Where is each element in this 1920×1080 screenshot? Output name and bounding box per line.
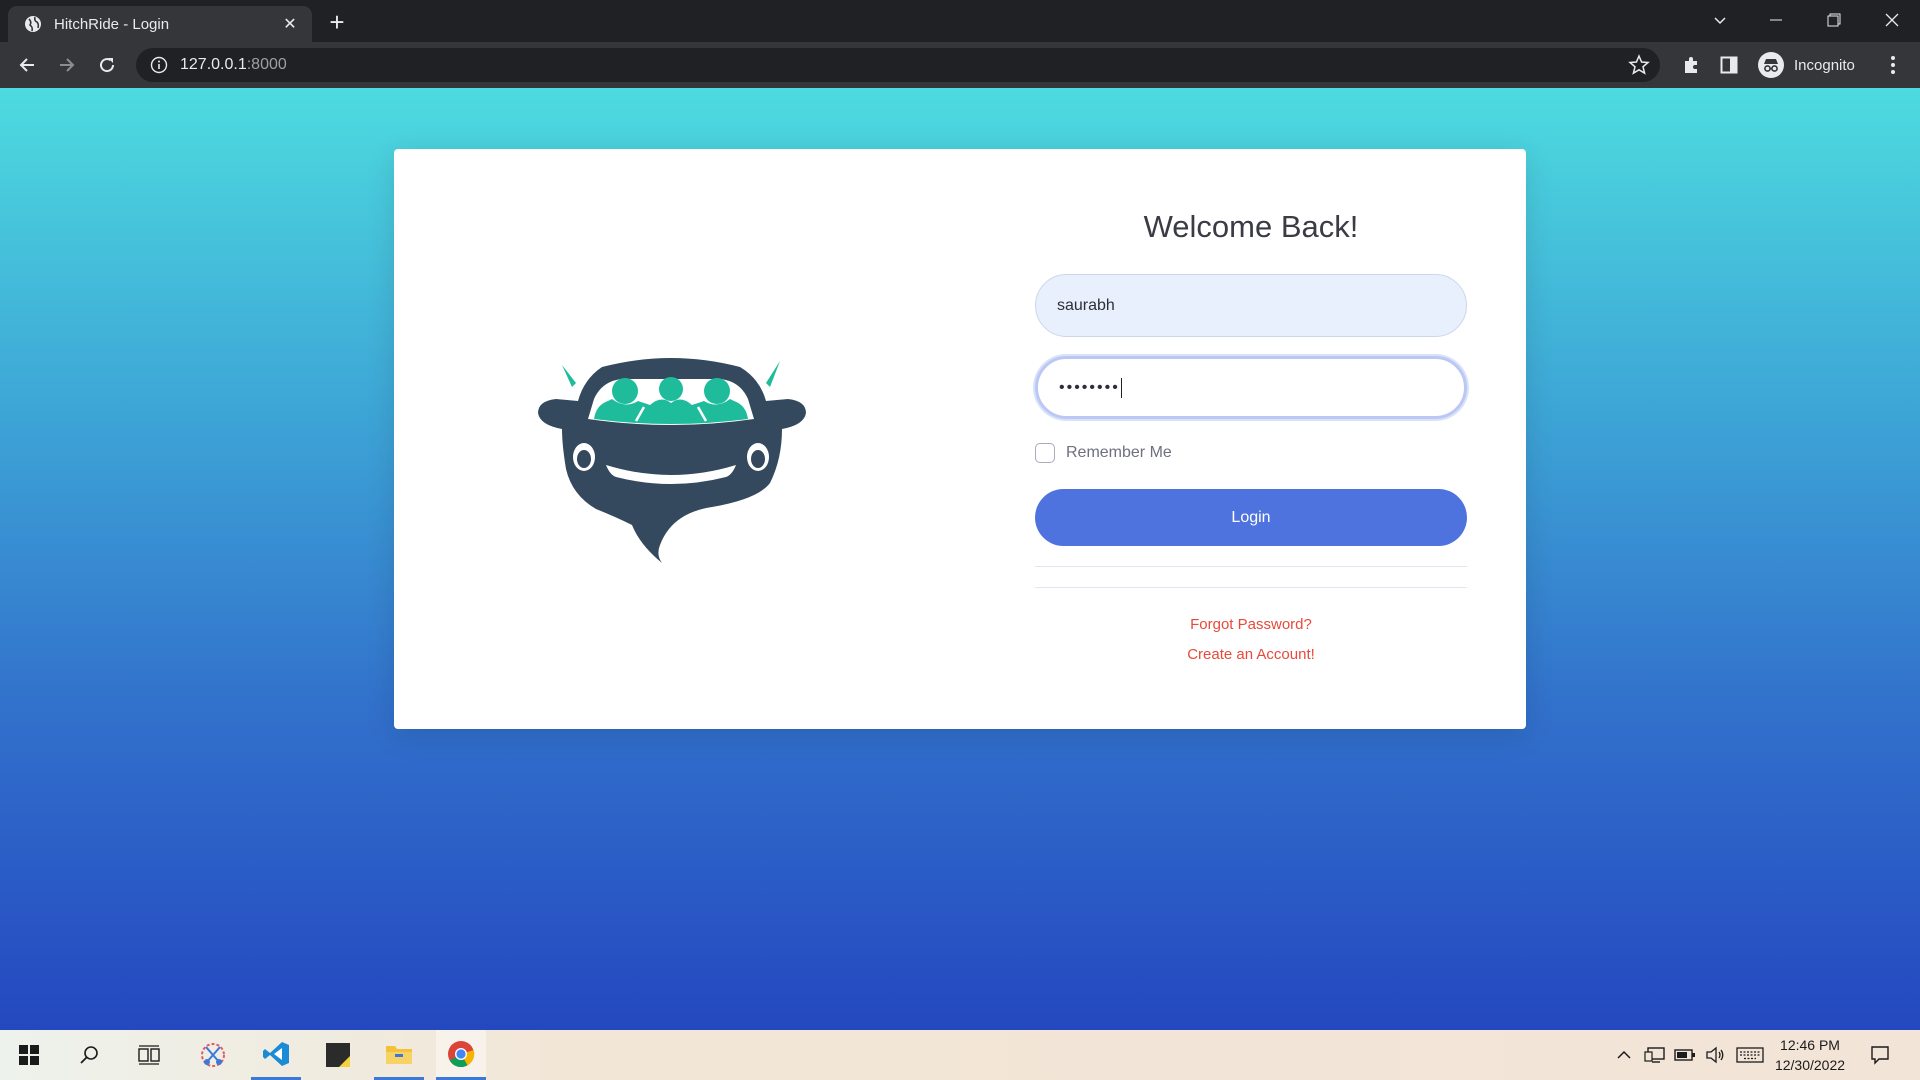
volume-tray-button[interactable] [1702,1030,1728,1080]
divider [1035,587,1467,588]
chrome-icon [448,1040,475,1067]
username-input[interactable] [1035,274,1467,337]
forward-button[interactable] [52,50,82,80]
browser-tab[interactable]: HitchRide - Login ✕ [8,6,312,42]
taskbar-chrome[interactable] [436,1030,486,1080]
page-background: Welcome Back! •••••••• Remember Me Login… [0,88,1920,1030]
arrow-right-icon [60,58,75,72]
new-tab-button[interactable]: + [322,8,352,38]
taskbar-vscode[interactable] [251,1030,301,1080]
browser-menu-button[interactable] [1878,50,1908,80]
close-window-button[interactable] [1864,0,1920,40]
hitchride-car-logo [538,358,806,563]
site-info-icon[interactable] [150,56,168,74]
clock-time: 12:46 PM [1780,1037,1840,1053]
remember-me-label[interactable]: Remember Me [1066,444,1172,462]
divider [1035,566,1467,567]
folder-icon [386,1045,412,1064]
globe-icon [25,16,41,32]
url-host: 127.0.0.1 [180,56,247,73]
incognito-label: Incognito [1794,56,1855,74]
browser-toolbar: 127.0.0.1:8000 Incognito [0,42,1920,88]
taskbar-sticky-notes[interactable] [313,1030,363,1080]
chevron-up-icon [1617,1050,1631,1059]
battery-icon [1674,1049,1695,1061]
snipping-tool-icon [201,1043,225,1067]
password-input[interactable]: •••••••• [1035,356,1467,419]
remember-me-checkbox[interactable] [1035,443,1055,463]
arrow-left-icon [19,58,34,72]
back-button[interactable] [12,50,42,80]
text-caret [1120,377,1122,398]
vscode-icon [263,1041,289,1066]
notification-icon [1871,1046,1889,1065]
incognito-profile-button[interactable]: Incognito [1752,49,1868,81]
password-mask: •••••••• [1059,378,1120,396]
puzzle-icon [1685,57,1697,73]
windows-logo-icon [19,1045,39,1065]
taskbar-clock[interactable]: 12:46 PM 12/30/2022 [1770,1035,1850,1075]
login-card: Welcome Back! •••••••• Remember Me Login… [394,149,1526,729]
url-port: :8000 [246,56,287,73]
search-icon [80,1046,98,1064]
side-panel-icon [1720,56,1738,74]
task-view-button[interactable] [124,1030,174,1080]
forgot-password-link[interactable]: Forgot Password? [1035,616,1467,633]
taskbar-search-button[interactable] [64,1030,114,1080]
battery-tray-button[interactable] [1672,1030,1698,1080]
task-view-icon [138,1045,160,1065]
bookmark-star-icon[interactable] [1628,54,1650,76]
create-account-link[interactable]: Create an Account! [1035,646,1467,663]
tab-title: HitchRide - Login [54,15,170,33]
tab-search-icon[interactable] [1692,0,1748,40]
remember-me-row[interactable]: Remember Me [1035,443,1172,463]
taskbar-file-explorer[interactable] [374,1030,424,1080]
side-panel-button[interactable] [1714,50,1744,80]
notification-center-button[interactable] [1864,1030,1896,1080]
keyboard-tray-button[interactable] [1734,1030,1766,1080]
tab-close-icon[interactable]: ✕ [280,14,300,34]
volume-icon [1706,1046,1724,1064]
browser-tabstrip: HitchRide - Login ✕ + [0,0,1920,42]
sticky-notes-icon [326,1043,350,1067]
windows-taskbar: 12:46 PM 12/30/2022 [0,1030,1920,1080]
network-icon [1644,1047,1665,1063]
show-hidden-icons-button[interactable] [1612,1030,1636,1080]
restore-button[interactable] [1806,0,1862,40]
keyboard-icon [1736,1047,1764,1063]
start-button[interactable] [4,1030,54,1080]
reload-button[interactable] [92,50,122,80]
taskbar-snipping-tool[interactable] [188,1030,238,1080]
welcome-heading: Welcome Back! [1143,209,1359,244]
kebab-menu-icon [1891,56,1895,74]
login-button[interactable]: Login [1035,489,1467,546]
incognito-icon [1758,52,1784,78]
clock-date: 12/30/2022 [1774,1057,1846,1073]
address-bar[interactable]: 127.0.0.1:8000 [136,48,1660,82]
network-tray-button[interactable] [1642,1030,1668,1080]
extensions-button[interactable] [1676,50,1706,80]
reload-icon [100,58,115,73]
minimize-button[interactable] [1748,0,1804,40]
